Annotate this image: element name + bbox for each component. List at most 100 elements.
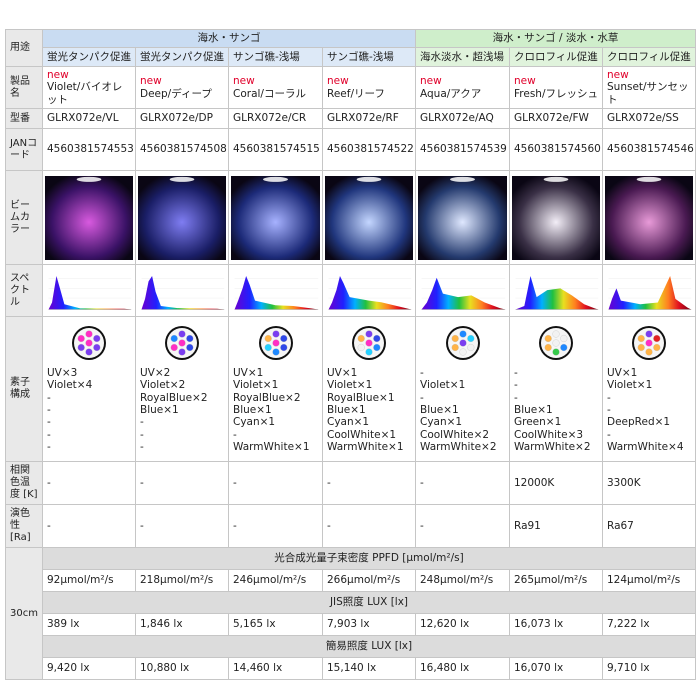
led-chip (560, 343, 568, 351)
beam-glow (45, 175, 133, 260)
spectrum-graph (45, 268, 133, 313)
product-cell: new Aqua/アクア (415, 65, 510, 110)
beam-glow (138, 175, 226, 260)
row-label-distance: 30cm (5, 547, 43, 681)
fixture-light (263, 176, 288, 182)
row-label-spectrum: スペクトル (5, 264, 43, 318)
cct-cell: - (415, 461, 510, 506)
spectrum-graph (605, 268, 693, 313)
beam-color-image (418, 175, 507, 260)
led-chip (365, 348, 373, 356)
lux-cell: 16,480 lx (415, 657, 510, 681)
composition-item: - (47, 428, 51, 441)
lux-cell: 16,070 lx (509, 657, 603, 681)
fixture-light (636, 176, 662, 182)
ppfd-cell: 124μmol/m²/s (602, 569, 696, 593)
led-chip (552, 330, 560, 338)
product-name: Sunset/サンセット (607, 81, 689, 106)
led-chip (178, 348, 186, 356)
row-label-use: 用途 (5, 29, 43, 67)
jis-cell: 16,073 lx (509, 613, 603, 637)
product-name: Aqua/アクア (420, 87, 482, 100)
led-chip (637, 343, 645, 351)
ppfd-cell: 218μmol/m²/s (135, 569, 229, 593)
composition-item: Violet×2 (140, 379, 186, 392)
led-chip (264, 343, 272, 351)
led-chip (186, 343, 194, 351)
fixture-light (169, 176, 195, 182)
composition-item: UV×3 (47, 366, 78, 379)
ppfd-cell: 246μmol/m²/s (228, 569, 323, 593)
beam-glow (325, 175, 413, 260)
fixture-light (450, 176, 475, 182)
cct-cell: 12000K (509, 461, 603, 506)
composition-item: WarmWhite×1 (233, 441, 310, 454)
jis-cell: 7,903 lx (322, 613, 416, 637)
use-cell: サンゴ礁-浅場 (322, 47, 416, 67)
composition-item: Blue×1 (514, 403, 553, 416)
led-chip (77, 334, 85, 342)
cri-cell: Ra91 (509, 504, 603, 549)
row-label-product: 製品名 (5, 65, 43, 110)
group-header-mixed: 海水・サンゴ / 淡水・水草 (415, 29, 696, 48)
ppfd-cell: 92μmol/m²/s (42, 569, 136, 593)
composition-item: - (420, 391, 424, 404)
composition-item: Cyan×1 (420, 416, 463, 429)
new-badge: new (420, 75, 442, 88)
led-chip (645, 339, 653, 347)
jan-cell: 4560381574508 (135, 128, 229, 172)
composition-cell: - Violet×1- Blue×1 Cyan×1 CoolWhite×2 WarmWhi… (415, 316, 510, 463)
cct-cell: 3300K (602, 461, 696, 506)
beam-color-image (231, 175, 320, 260)
led-chip (271, 348, 280, 356)
product-cell: new Violet/バイオレット (42, 65, 136, 110)
led-chip (271, 330, 280, 338)
jis-cell: 1,846 lx (135, 613, 229, 637)
ppfd-cell: 248μmol/m²/s (415, 569, 510, 593)
group-header-marine: 海水・サンゴ (42, 29, 416, 48)
section-header-jis: JIS照度 LUX [lx] (42, 591, 696, 615)
composition-item: WarmWhite×2 (514, 441, 591, 454)
beam-glow (605, 175, 693, 260)
product-cell: new Coral/コーラル (228, 65, 323, 110)
cct-cell: - (135, 461, 229, 506)
row-label-cri: 演色性 [Ra] (5, 504, 43, 549)
composition-item: - (514, 391, 518, 404)
cct-cell: - (42, 461, 136, 506)
composition-cell: UV×1 Violet×1- - DeepRed×1- WarmWhite×4 (602, 316, 696, 463)
composition-item: Blue×1 (233, 403, 272, 416)
model-cell: GLRX072e/SS (602, 108, 696, 130)
jan-cell: 4560381574553 (42, 128, 136, 172)
spectrum-graph (231, 268, 320, 313)
led-chip (93, 343, 101, 351)
lux-cell: 10,880 lx (135, 657, 229, 681)
fixture-light (76, 176, 102, 182)
product-cell: new Sunset/サンセット (602, 65, 696, 110)
led-chip (552, 339, 560, 347)
composition-item: - (514, 379, 518, 392)
composition-item: WarmWhite×2 (420, 441, 497, 454)
led-chip (466, 334, 474, 342)
beam-color-image (45, 175, 133, 260)
led-layout-diagram (632, 325, 666, 360)
cri-cell: - (415, 504, 510, 549)
new-badge: new (233, 75, 255, 88)
composition-item: UV×2 (140, 366, 171, 379)
composition-item: - (47, 403, 51, 416)
cri-cell: Ra67 (602, 504, 696, 549)
cri-cell: - (135, 504, 229, 549)
composition-item: Violet×4 (47, 379, 93, 392)
use-cell: 海水淡水・超浅場 (415, 47, 510, 67)
cri-row: 演色性 [Ra] - - - - - Ra91 Ra67 (5, 504, 696, 549)
beam-row: ビームカラー (5, 170, 696, 266)
product-name: Fresh/フレッシュ (514, 87, 598, 100)
led-chip (279, 343, 287, 351)
composition-item: - (140, 428, 144, 441)
model-cell: GLRX072e/DP (135, 108, 229, 130)
cct-cell: - (322, 461, 416, 506)
spectrum-graph (512, 268, 600, 313)
jan-cell: 4560381574515 (228, 128, 323, 172)
composition-item: Blue×1 (140, 403, 179, 416)
lux-cell: 9,420 lx (42, 657, 136, 681)
section-header-lux: 簡易照度 LUX [lx] (42, 635, 696, 659)
